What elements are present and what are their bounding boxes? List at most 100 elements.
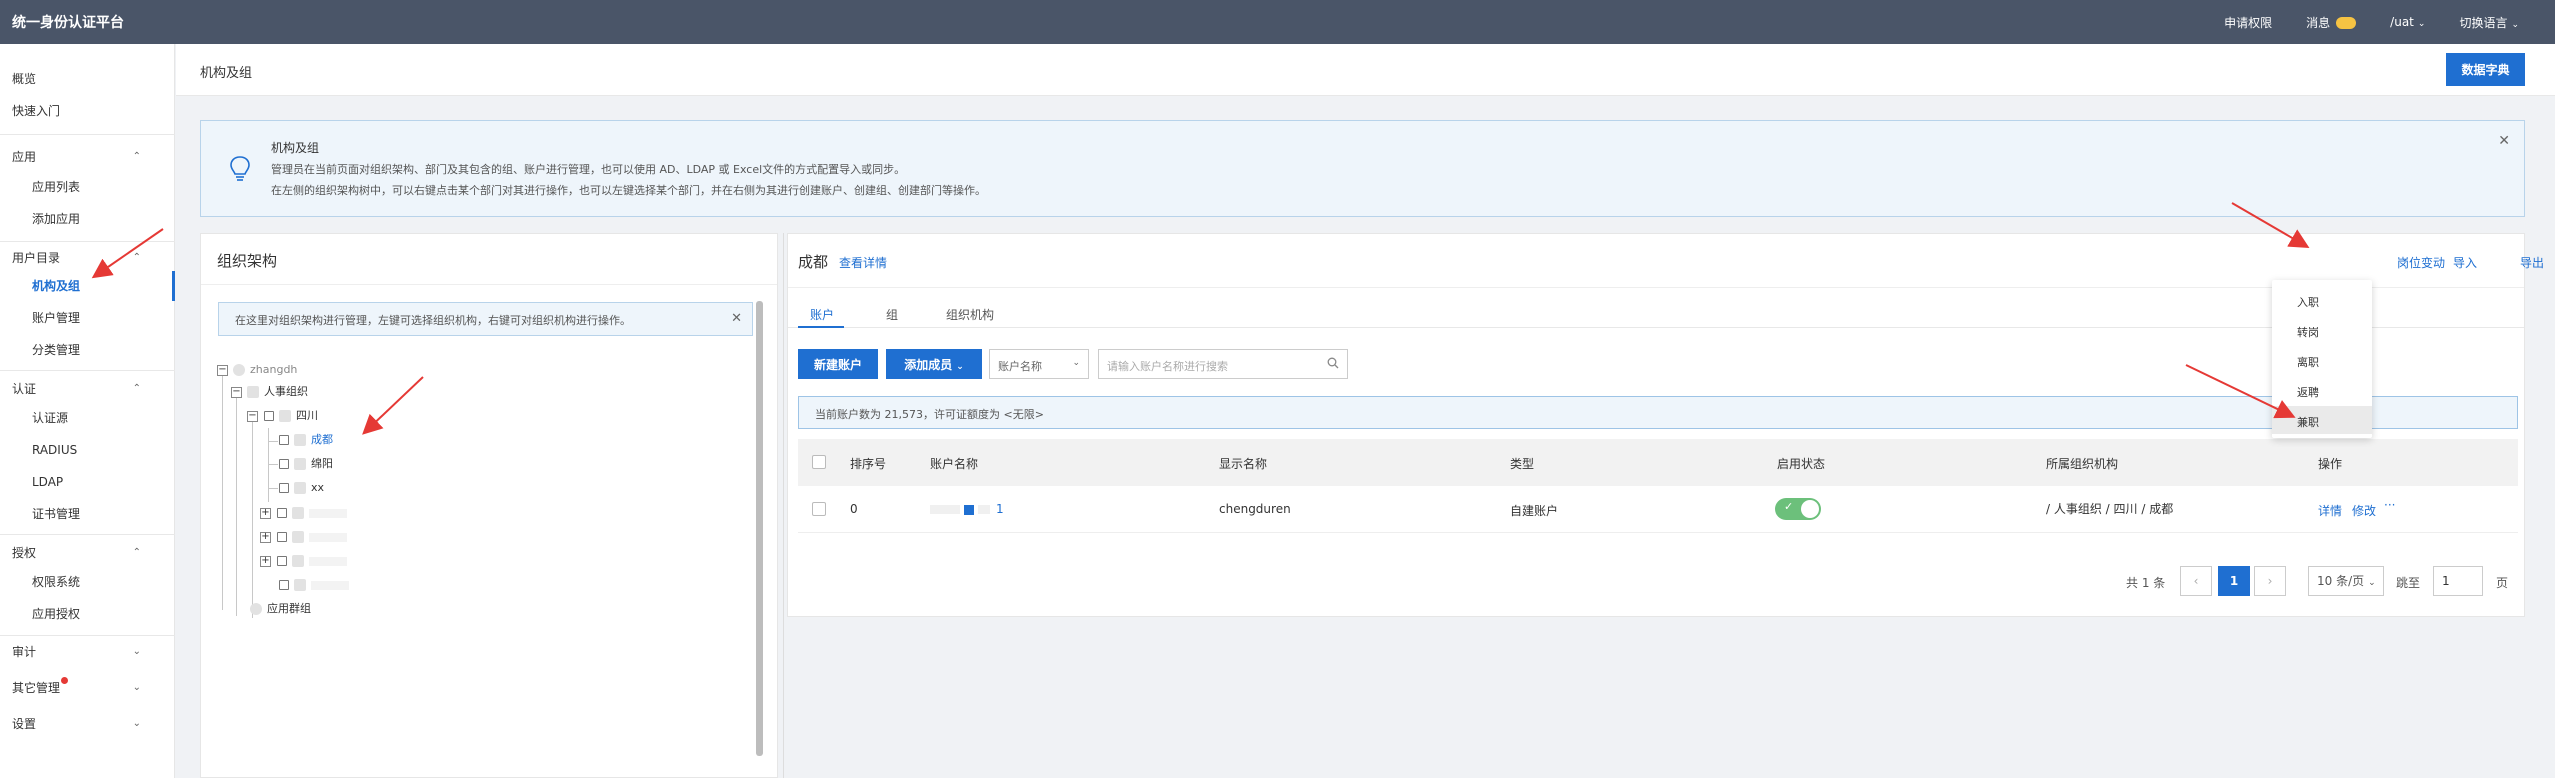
tree-checkbox[interactable] [277,532,287,542]
next-page-button[interactable]: › [2254,566,2286,596]
sidebar-item-certs[interactable]: 证书管理 [0,503,175,525]
prev-page-button[interactable]: ‹ [2180,566,2212,596]
sidebar-item-accounts[interactable]: 账户管理 [0,307,175,329]
tree-checkbox[interactable] [277,508,287,518]
column-header: 启用状态 [1777,457,1826,471]
sidebar-group-other[interactable]: 其它管理 ⌄ [0,677,175,699]
dropdown-item-onboard[interactable]: 入职 [2272,286,2372,314]
tab-accounts[interactable]: 账户 [810,306,834,323]
collapse-icon[interactable]: − [247,410,258,422]
tree-node-sichuan[interactable]: − 四川 [247,408,318,424]
tree-node-app-group[interactable]: 应用群组 [245,601,311,617]
active-indicator [172,271,175,301]
data-dictionary-button[interactable]: 数据字典 [2446,53,2525,86]
button-label: 添加成员 [904,357,953,372]
dropdown-item-parttime[interactable]: 兼职 [2272,406,2372,434]
edit-action-link[interactable]: 修改 [2352,502,2376,519]
sidebar-item-ldap[interactable]: LDAP [0,471,175,493]
search-icon[interactable] [1327,357,1339,369]
sidebar-group-auth[interactable]: 认证 ⌃ [0,378,175,400]
select-all-checkbox[interactable] [812,455,826,469]
page-size-select[interactable]: 10 条/页 ⌄ [2308,566,2384,596]
sidebar-group-settings[interactable]: 设置 ⌄ [0,713,175,735]
check-icon: ✓ [1784,500,1794,513]
folder-icon [294,434,306,446]
chevron-down-icon: ⌄ [2457,254,2465,264]
sidebar-item-app-authorization[interactable]: 应用授权 [0,603,175,625]
view-details-link[interactable]: 查看详情 [839,254,887,271]
panel-divider[interactable] [783,233,784,778]
sidebar-item-auth-source[interactable]: 认证源 [0,407,175,429]
tree-node-redacted[interactable]: + [260,505,347,521]
tree-node-mianyang[interactable]: 绵阳 [273,456,333,472]
sidebar-item-categories[interactable]: 分类管理 [0,339,175,361]
user-menu[interactable]: /uat ⌄ [2390,15,2425,29]
apply-permission-link[interactable]: 申请权限 [2224,14,2272,31]
dropdown-item-resign[interactable]: 离职 [2272,346,2372,374]
page-button-current[interactable]: 1 [2218,566,2250,596]
tree-checkbox[interactable] [277,556,287,566]
sidebar-item-radius[interactable]: RADIUS [0,439,175,461]
close-icon[interactable]: ✕ [731,311,742,326]
scrollbar[interactable] [756,301,763,756]
sidebar-item-add-app[interactable]: 添加应用 [0,208,175,230]
filter-field-select[interactable]: 账户名称 ⌄ [989,349,1089,379]
account-count-bar: 当前账户数为 21,573，许可证额度为 <无限> [798,396,2518,429]
sidebar-group-directory[interactable]: 用户目录 ⌃ [0,247,175,269]
jump-label: 跳至 [2396,576,2421,590]
tree-node-redacted[interactable] [273,577,349,593]
messages-link[interactable]: 消息 [2306,14,2357,31]
user-name: /uat [2390,15,2414,29]
enabled-toggle[interactable]: ✓ [1775,498,1821,520]
collapse-icon[interactable]: − [231,386,242,398]
chevron-down-icon: ⌄ [2524,254,2532,264]
dropdown-item-transfer[interactable]: 转岗 [2272,316,2372,344]
sidebar-group-authorization[interactable]: 授权 ⌃ [0,542,175,564]
collapse-icon[interactable]: − [217,364,228,376]
sidebar-item-quickstart[interactable]: 快速入门 [0,100,175,122]
tree-checkbox[interactable] [279,483,289,493]
expand-icon[interactable]: + [260,555,271,567]
sidebar-group-audit[interactable]: 审计 ⌄ [0,641,175,663]
page-header: 机构及组 数据字典 [176,44,2555,96]
account-name-cell[interactable]: 1 [930,502,1004,516]
jump-page-input[interactable]: 1 [2433,566,2483,596]
folder-icon [279,410,291,422]
tree-node-hr[interactable]: − 人事组织 [231,384,308,400]
info-notice: 机构及组 管理员在当前页面对组织架构、部门及其包含的组、账户进行管理，也可以使用… [200,120,2525,217]
tree-node-label: 绵阳 [311,457,333,470]
tree-node-redacted[interactable]: + [260,529,347,545]
expand-icon[interactable]: + [260,531,271,543]
tree-checkbox[interactable] [279,459,289,469]
sidebar-item-permission-system[interactable]: 权限系统 [0,571,175,593]
close-icon[interactable]: ✕ [2498,133,2510,149]
tab-org-units[interactable]: 组织机构 [946,306,994,323]
more-actions-icon[interactable]: ··· [2384,498,2395,512]
tab-groups[interactable]: 组 [886,306,898,323]
column-header: 类型 [1510,457,1535,471]
tree-node-chengdu[interactable]: 成都 [273,432,333,448]
tree-checkbox[interactable] [279,580,289,590]
sidebar-item-org-groups[interactable]: 机构及组 [0,275,175,297]
chevron-down-icon: ⌄ [132,682,141,693]
add-member-button[interactable]: 添加成员 ⌄ [886,349,982,379]
tree-checkbox[interactable] [264,411,274,421]
expand-icon[interactable]: + [260,507,271,519]
sidebar-group-apps[interactable]: 应用 ⌃ [0,146,175,168]
detail-action-link[interactable]: 详情 [2318,502,2342,519]
tree-node-root[interactable]: − zhangdh [217,362,297,378]
tree-node-label: xx [311,481,325,494]
column-header: 显示名称 [1219,457,1268,471]
chevron-down-icon: ⌄ [1072,358,1080,368]
dropdown-item-rehire[interactable]: 返聘 [2272,376,2372,404]
folder-icon [292,507,304,519]
sidebar-item-overview[interactable]: 概览 [0,68,175,90]
new-account-button[interactable]: 新建账户 [798,349,878,379]
account-search-input[interactable]: 请输入账户名称进行搜索 [1098,349,1348,379]
tree-node-xx[interactable]: xx [273,480,324,496]
tree-checkbox[interactable] [279,435,289,445]
row-checkbox[interactable] [812,502,826,516]
sidebar-item-app-list[interactable]: 应用列表 [0,176,175,198]
tree-node-redacted[interactable]: + [260,553,347,569]
language-switch[interactable]: 切换语言 ⌄ [2459,14,2519,31]
